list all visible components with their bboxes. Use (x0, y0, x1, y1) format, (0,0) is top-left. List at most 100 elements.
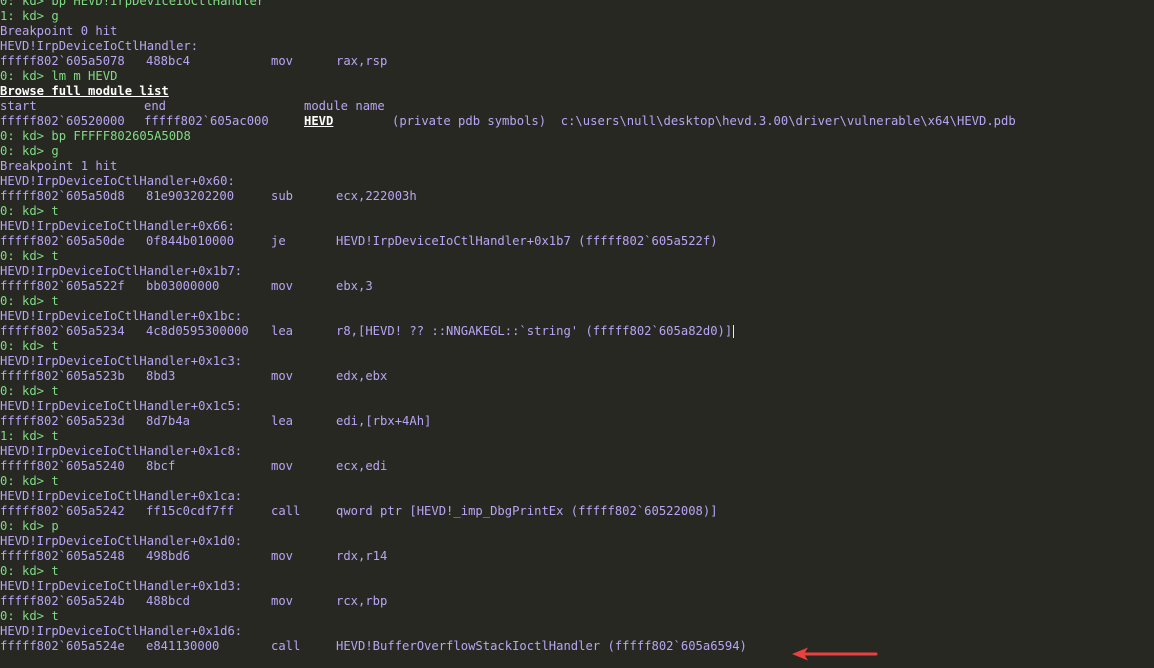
instruction-address: fffff802`605a50d8 (0, 189, 125, 203)
command-line: 0: kd> t (0, 384, 1016, 399)
command-line: 0: kd> t (0, 204, 1016, 219)
disassembly-line: fffff802`605a522f bb03000000 mov ebx,3 (0, 279, 1016, 294)
output-text: HEVD!IrpDeviceIoCtlHandler+0x1c5: (0, 399, 243, 413)
module-symbol-info: (private pdb symbols) c:\users\null\desk… (392, 114, 1016, 128)
command-line: 0: kd> t (0, 294, 1016, 309)
instruction-mnemonic: mov (271, 54, 294, 68)
instruction-bytes: 498bd6 (146, 549, 191, 563)
disassembly-line: fffff802`605a50d8 81e903202200 sub ecx,2220… (0, 189, 1016, 204)
command-line: 0: kd> t (0, 339, 1016, 354)
output-text: HEVD!IrpDeviceIoCtlHandler+0x1d0: (0, 534, 243, 548)
disassembly-line: fffff802`605a5240 8bcf mov ecx,edi (0, 459, 1016, 474)
command-line: 0: kd> t (0, 609, 1016, 624)
output-text: HEVD!IrpDeviceIoCtlHandler+0x1ca: (0, 489, 243, 503)
instruction-operands: r8,[HEVD! ?? ::NNGAKEGL::`string' (fffff… (336, 324, 733, 338)
output-text: HEVD!IrpDeviceIoCtlHandler+0x1c8: (0, 444, 243, 458)
output-text: HEVD!IrpDeviceIoCtlHandler+0x1d3: (0, 579, 243, 593)
command-text: bp HEVD!IrpDeviceIoCtlHandler (51, 0, 265, 8)
instruction-mnemonic: mov (271, 594, 294, 608)
output-line: HEVD!IrpDeviceIoCtlHandler+0x1d3: (0, 579, 1016, 594)
command-line: 1: kd> t (0, 429, 1016, 444)
output-line: HEVD!IrpDeviceIoCtlHandler+0x1b7: (0, 264, 1016, 279)
instruction-mnemonic: mov (271, 549, 294, 563)
debugger-command-window[interactable]: 0: kd> bp HEVD!IrpDeviceIoCtlHandler 1: k… (0, 0, 1154, 668)
command-text: t (51, 474, 59, 488)
kd-prompt: 0: kd> (0, 519, 45, 533)
disassembly-line: fffff802`605a523d 8d7b4a lea edi,[rbx+4Ah] (0, 414, 1016, 429)
instruction-operands: edi,[rbx+4Ah] (336, 414, 432, 428)
command-text: t (51, 339, 59, 353)
output-line: HEVD!IrpDeviceIoCtlHandler: (0, 39, 1016, 54)
red-arrow-annotation (792, 647, 878, 661)
instruction-mnemonic: mov (271, 459, 294, 473)
instruction-address: fffff802`605a5242 (0, 504, 125, 518)
instruction-bytes: 8bcf (146, 459, 176, 473)
disassembly-line: fffff802`605a5242 ff15c0cdf7ff call qword p… (0, 504, 1016, 519)
column-header-start: start (0, 99, 37, 113)
command-line: 0: kd> t (0, 249, 1016, 264)
instruction-bytes: bb03000000 (146, 279, 220, 293)
output-text: HEVD!IrpDeviceIoCtlHandler+0x1bc: (0, 309, 243, 323)
browse-module-list-link[interactable]: Browse full module list (0, 84, 169, 98)
kd-prompt: 0: kd> (0, 69, 45, 83)
kd-prompt: 0: kd> (0, 204, 45, 218)
instruction-address: fffff802`605a5240 (0, 459, 125, 473)
output-line: HEVD!IrpDeviceIoCtlHandler+0x66: (0, 219, 1016, 234)
module-name-link[interactable]: HEVD (304, 114, 392, 129)
command-text: t (51, 564, 59, 578)
instruction-operands: HEVD!BufferOverflowStackIoctlHandler (ff… (336, 639, 747, 653)
instruction-bytes: 488bc4 (146, 54, 191, 68)
instruction-operands: edx,ebx (336, 369, 388, 383)
instruction-mnemonic: call (271, 504, 301, 518)
module-list-header: start end module name (0, 99, 1016, 114)
disassembly-line: fffff802`605a524b 488bcd mov rcx,rbp (0, 594, 1016, 609)
command-text: p (51, 519, 59, 533)
instruction-mnemonic: sub (271, 189, 294, 203)
instruction-mnemonic: je (271, 234, 286, 248)
command-line: 0: kd> g (0, 144, 1016, 159)
output-text: HEVD!IrpDeviceIoCtlHandler+0x60: (0, 174, 235, 188)
instruction-address: fffff802`605a524b (0, 594, 125, 608)
instruction-operands: rcx,rbp (336, 594, 388, 608)
column-header-module-name: module name (304, 99, 385, 113)
command-line: 0: kd> p (0, 519, 1016, 534)
command-line: 0: kd> bp FFFFF802605A50D8 (0, 129, 1016, 144)
instruction-address: fffff802`605a50de (0, 234, 125, 248)
module-end-address: fffff802`605ac000 (144, 114, 269, 128)
kd-prompt: 0: kd> (0, 384, 45, 398)
instruction-address: fffff802`605a524e (0, 639, 125, 653)
instruction-address: fffff802`605a5248 (0, 549, 125, 563)
output-line: HEVD!IrpDeviceIoCtlHandler+0x1c3: (0, 354, 1016, 369)
instruction-operands: qword ptr [HEVD!_imp_DbgPrintEx (fffff80… (336, 504, 718, 518)
disassembly-line: fffff802`605a50de 0f844b010000 je HEVD!IrpD… (0, 234, 1016, 249)
kd-prompt: 0: kd> (0, 0, 45, 8)
instruction-operands: rax,rsp (336, 54, 388, 68)
debugger-output: 0: kd> bp HEVD!IrpDeviceIoCtlHandler 1: k… (0, 0, 1016, 654)
output-text: HEVD!IrpDeviceIoCtlHandler+0x1b7: (0, 264, 243, 278)
kd-prompt: 0: kd> (0, 144, 45, 158)
output-line: HEVD!IrpDeviceIoCtlHandler+0x1ca: (0, 489, 1016, 504)
instruction-bytes: 0f844b010000 (146, 234, 235, 248)
output-text: HEVD!IrpDeviceIoCtlHandler+0x1d6: (0, 624, 243, 638)
command-text: g (51, 144, 59, 158)
kd-prompt: 0: kd> (0, 129, 45, 143)
kd-prompt: 0: kd> (0, 339, 45, 353)
instruction-bytes: 8bd3 (146, 369, 176, 383)
module-start-address: fffff802`60520000 (0, 114, 125, 128)
column-header-end: end (144, 99, 167, 113)
command-line: 0: kd> t (0, 564, 1016, 579)
output-line: HEVD!IrpDeviceIoCtlHandler+0x1d6: (0, 624, 1016, 639)
instruction-bytes: ff15c0cdf7ff (146, 504, 235, 518)
command-text: t (51, 429, 59, 443)
command-line: 1: kd> g (0, 9, 1016, 24)
output-line: Browse full module list (0, 84, 1016, 99)
module-row: fffff802`60520000 fffff802`605ac000 HEVD (p… (0, 114, 1016, 129)
instruction-address: fffff802`605a523d (0, 414, 125, 428)
kd-prompt: 0: kd> (0, 564, 45, 578)
instruction-address: fffff802`605a5234 (0, 324, 125, 338)
output-line: HEVD!IrpDeviceIoCtlHandler+0x1c8: (0, 444, 1016, 459)
disassembly-line: fffff802`605a5248 498bd6 mov rdx,r14 (0, 549, 1016, 564)
disassembly-line: fffff802`605a523b 8bd3 mov edx,ebx (0, 369, 1016, 384)
output-line: HEVD!IrpDeviceIoCtlHandler+0x60: (0, 174, 1016, 189)
instruction-bytes: 8d7b4a (146, 414, 191, 428)
